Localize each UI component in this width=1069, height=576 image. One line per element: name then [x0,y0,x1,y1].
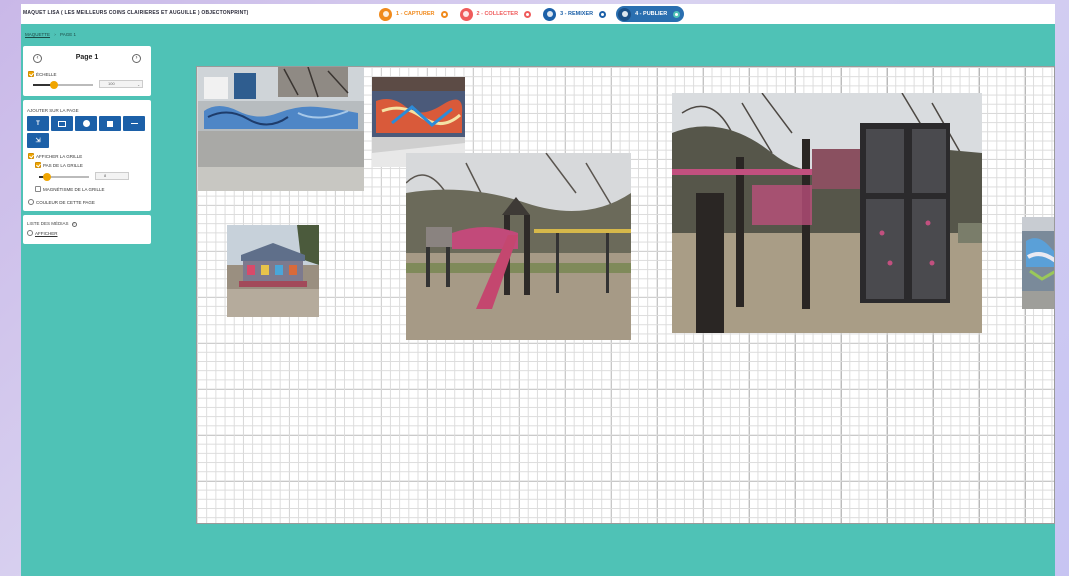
photo-carousel[interactable] [227,225,319,317]
step-2-status-icon [524,10,532,18]
step-3-status-icon [599,10,607,18]
step-4-icon [618,7,632,21]
grid-step-row[interactable]: PAS DE LA GRILLE [35,162,83,168]
snap-checkbox[interactable] [35,186,41,192]
step-1-status-icon [440,10,448,18]
image-icon [58,120,66,127]
grid-step-value: 8 [104,173,107,178]
media-panel: LISTE DES MÉDIAS i AFFICHER [23,215,151,244]
graffiti-clipped-image [1022,217,1054,309]
top-bar: MAQUET LISA ( LES MEILLEURS COINS CLAIRI… [21,4,1055,24]
circle-icon [82,120,90,127]
photo-playground-slide[interactable] [406,153,631,340]
echelle-input[interactable]: 100 ⌄ [99,80,143,88]
line-icon [130,123,138,124]
echelle-value: 100 [108,81,115,86]
breadcrumb-project[interactable]: MAQUETTE [25,32,50,37]
echelle-slider-thumb[interactable] [50,81,58,89]
show-grid-label: AFFICHER LA GRILLE [36,153,83,159]
echelle-checkbox[interactable] [28,71,34,77]
breadcrumb-separator: › [54,32,56,37]
grid-step-label: PAS DE LA GRILLE [43,162,83,168]
page-color-radio[interactable] [28,199,34,205]
snap-label: MAGNÉTISME DE LA GRILLE [43,186,105,192]
carousel-image [227,225,319,317]
add-panel-title: AJOUTER SUR LA PAGE [27,108,79,113]
steps-nav: 1 - CAPTURER 2 - COLLECTER 3 - REMIXER 4 - … [377,5,690,23]
page-color-row[interactable]: COULEUR DE CETTE PAGE [28,199,95,205]
media-panel-title: LISTE DES MÉDIAS i [27,221,77,227]
step-4-status-icon [673,10,681,18]
media-show-row[interactable]: AFFICHER [27,230,58,236]
text-icon: T [36,120,40,127]
chevron-right-icon[interactable]: › [132,54,141,63]
step-3-tab[interactable]: 3 - REMIXER [541,6,610,22]
breadcrumb: MAQUETTE › PAGE 1 [25,32,76,37]
grid-step-input[interactable]: 8 [95,172,129,180]
text-tool-button[interactable]: T [27,116,49,131]
add-panel: AJOUTER SUR LA PAGE T ⇲ AFFICHER LA GRIL… [23,100,151,211]
spin-icon: ⌄ [137,83,140,87]
step-3-icon [543,7,557,21]
playground-climbing-image [672,93,982,333]
show-grid-row[interactable]: AFFICHER LA GRILLE [28,153,82,159]
step-1-label: 1 - CAPTURER [396,11,435,17]
line-tool-button[interactable] [123,116,145,131]
page-canvas[interactable] [196,66,1055,524]
step-1-tab[interactable]: 1 - CAPTURER [377,6,452,22]
grid-step-slider-thumb[interactable] [42,173,51,181]
circle-tool-button[interactable] [75,116,97,131]
step-3-label: 3 - REMIXER [560,11,594,17]
project-title: MAQUET LISA ( LES MEILLEURS COINS CLAIRI… [23,10,249,16]
snap-row[interactable]: MAGNÉTISME DE LA GRILLE [35,186,105,192]
echelle-slider[interactable] [33,81,93,89]
media-panel-title-text: LISTE DES MÉDIAS [27,221,69,226]
grid-step-slider[interactable] [39,173,89,181]
page-color-label: COULEUR DE CETTE PAGE [36,199,95,205]
echelle-label: ÉCHELLE [36,71,57,77]
tool-grid: T ⇲ [27,116,145,148]
page-panel: ‹ Page 1 › ÉCHELLE 100 ⌄ [23,46,151,96]
step-4-label: 4 - PUBLIER [635,11,668,17]
export-tool-button[interactable]: ⇲ [27,133,49,148]
info-icon[interactable]: i [71,222,77,227]
step-2-icon [459,7,473,21]
app-window: MAQUET LISA ( LES MEILLEURS COINS CLAIRI… [21,4,1055,576]
photo-graffiti-clipped[interactable] [1022,217,1054,309]
media-show-label: AFFICHER [35,230,58,236]
photo-playground-climbing[interactable] [672,93,982,333]
export-icon: ⇲ [35,138,41,144]
page-navigator: ‹ Page 1 › [33,54,141,64]
graffiti-skatepark-image [198,67,364,191]
image-tool-button[interactable] [51,116,73,131]
square-icon [107,120,113,127]
step-1-icon [379,7,392,21]
page-title: Page 1 [75,54,99,61]
step-2-tab[interactable]: 2 - COLLECTER [458,6,536,22]
breadcrumb-page: PAGE 1 [60,32,76,37]
echelle-row[interactable]: ÉCHELLE [28,71,57,77]
photo-graffiti-skatepark[interactable] [198,67,364,191]
grid-step-checkbox[interactable] [35,162,41,168]
step-4-tab[interactable]: 4 - PUBLIER [616,6,685,22]
square-tool-button[interactable] [99,116,121,131]
step-2-label: 2 - COLLECTER [476,11,519,17]
show-grid-checkbox[interactable] [28,153,34,159]
media-show-radio[interactable] [27,230,33,236]
playground-slide-image [406,153,631,340]
